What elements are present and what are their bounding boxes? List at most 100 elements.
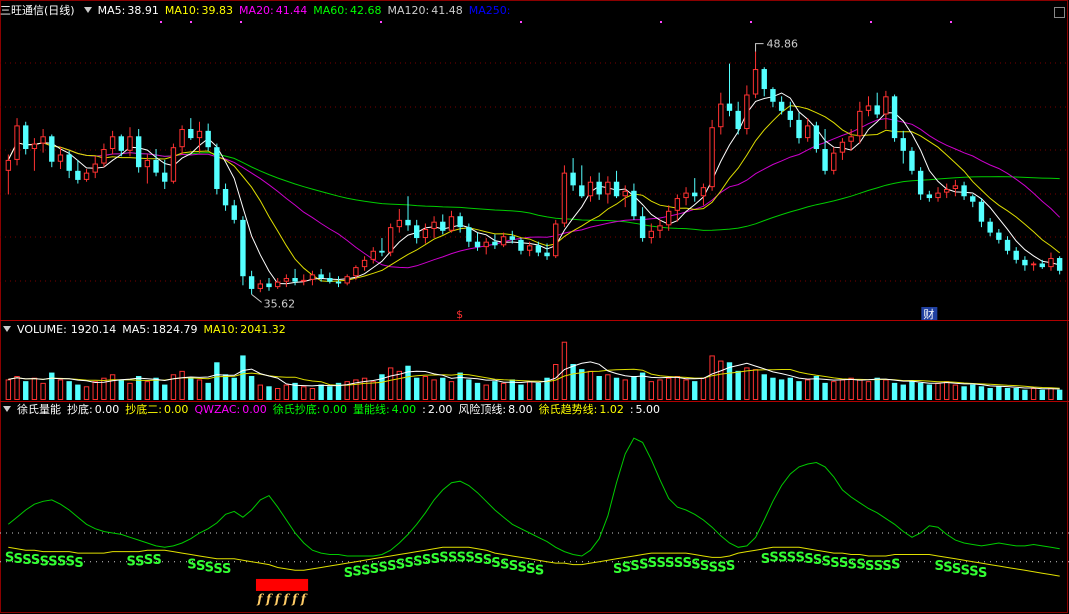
volume-bar: [40, 382, 46, 401]
volume-bar: [961, 386, 967, 400]
candle: [344, 274, 350, 286]
volume-bar: [500, 382, 507, 401]
volume-bar: [49, 372, 55, 400]
candle: [23, 121, 29, 155]
ind-indicator-label: :: [629, 403, 634, 416]
candle-body: [292, 278, 298, 282]
candle-body: [726, 103, 733, 111]
volume-bar: [839, 379, 846, 400]
vol-indicator-value: 1824.79: [152, 323, 198, 336]
indicator-title: 徐氏量能: [17, 403, 61, 416]
volume-bar: [109, 374, 116, 400]
volume-bar: [1004, 388, 1011, 400]
candle-body: [718, 103, 724, 128]
ind-indicator-label: 徐氏抄底:: [272, 403, 321, 416]
candle: [422, 223, 429, 244]
volume-bar: [804, 379, 811, 400]
candle: [248, 270, 255, 295]
volume-bar: [222, 374, 229, 400]
candle-body: [118, 136, 124, 151]
volume-bar: [474, 382, 481, 400]
candle: [301, 274, 307, 286]
main-indicator-value: 39.83: [201, 4, 234, 17]
signal-dot: [380, 21, 382, 23]
candle: [709, 119, 715, 191]
volume-bar: [214, 362, 220, 400]
candle: [101, 143, 107, 168]
candle-body: [179, 129, 185, 148]
candle: [752, 51, 759, 99]
volume-bar: [387, 367, 394, 400]
volume-bar: [431, 379, 437, 400]
candle: [700, 183, 707, 206]
candle: [804, 118, 811, 142]
candle-body: [891, 96, 898, 139]
maximize-icon[interactable]: [1054, 7, 1065, 18]
candle: [570, 158, 576, 191]
candle-body: [1013, 250, 1019, 260]
candle: [483, 238, 489, 255]
candle-body: [109, 136, 116, 150]
volume-bar: [952, 384, 959, 401]
volume-bar: [440, 377, 446, 400]
candle: [926, 190, 933, 202]
volume-bar: [605, 374, 611, 400]
menu-triangle-icon[interactable]: [3, 326, 11, 332]
ind-indicator-label: 徐氏趋势线:: [538, 403, 598, 416]
stock-chart[interactable]: 48.8635.62$ 财S S S S S S S S S S S S S S S S S S S S S S S S S S S S…: [0, 0, 1069, 614]
stock-name[interactable]: 三旺通信: [0, 4, 44, 17]
volume-bar: [414, 377, 420, 400]
ind-indicator-value: 0.00: [163, 403, 189, 416]
ind-indicator-label: 量能线:: [352, 403, 390, 416]
main-indicator-label: MA10:: [164, 4, 200, 17]
candle: [196, 121, 203, 153]
candle-body: [683, 192, 689, 199]
candle-body: [344, 276, 350, 284]
candle-body: [674, 198, 681, 211]
candle: [778, 96, 785, 115]
candle-body: [396, 219, 403, 228]
signal-dot: [160, 21, 162, 23]
volume-bar: [900, 384, 906, 400]
volume-bar: [135, 376, 142, 400]
volume-bar: [752, 369, 759, 400]
candle-body: [935, 192, 941, 199]
volume-bar: [405, 365, 411, 400]
volume-bar: [570, 364, 576, 400]
candle: [596, 172, 602, 200]
candle: [631, 183, 637, 220]
ind-indicator-value: 0.00: [322, 403, 347, 416]
candle: [639, 207, 646, 242]
f-signal: f: [274, 592, 282, 606]
vol-indicator-value: 2041.32: [240, 323, 286, 336]
volume-bar: [657, 379, 663, 400]
volume-bar: [492, 381, 498, 400]
s-signal: S: [153, 553, 162, 568]
candle: [274, 278, 281, 289]
volume-bar: [248, 376, 255, 400]
main-indicator-label: MA20:: [239, 4, 274, 17]
candle-body: [917, 170, 924, 195]
menu-triangle-icon[interactable]: [83, 7, 92, 13]
vol-indicator-0: 1920.14: [69, 323, 117, 336]
signal-dot: [750, 21, 752, 23]
candle: [240, 216, 246, 286]
candle: [49, 134, 55, 168]
candle-body: [101, 149, 107, 164]
period-label[interactable]: (日线): [44, 4, 75, 17]
signal-dot: [950, 21, 952, 23]
menu-triangle-icon[interactable]: [3, 406, 11, 412]
candle-body: [553, 223, 559, 257]
candle-body: [787, 110, 794, 120]
candle: [231, 199, 237, 224]
candle: [257, 279, 264, 293]
volume-bar: [831, 381, 837, 400]
volume-bar: [917, 382, 924, 400]
volume-bar: [926, 384, 933, 400]
candle: [127, 127, 133, 157]
candle-body: [657, 225, 663, 231]
volume-bar: [579, 369, 585, 400]
candle-body: [327, 278, 333, 282]
candle-body: [414, 225, 420, 239]
s-signal: S: [726, 559, 735, 574]
